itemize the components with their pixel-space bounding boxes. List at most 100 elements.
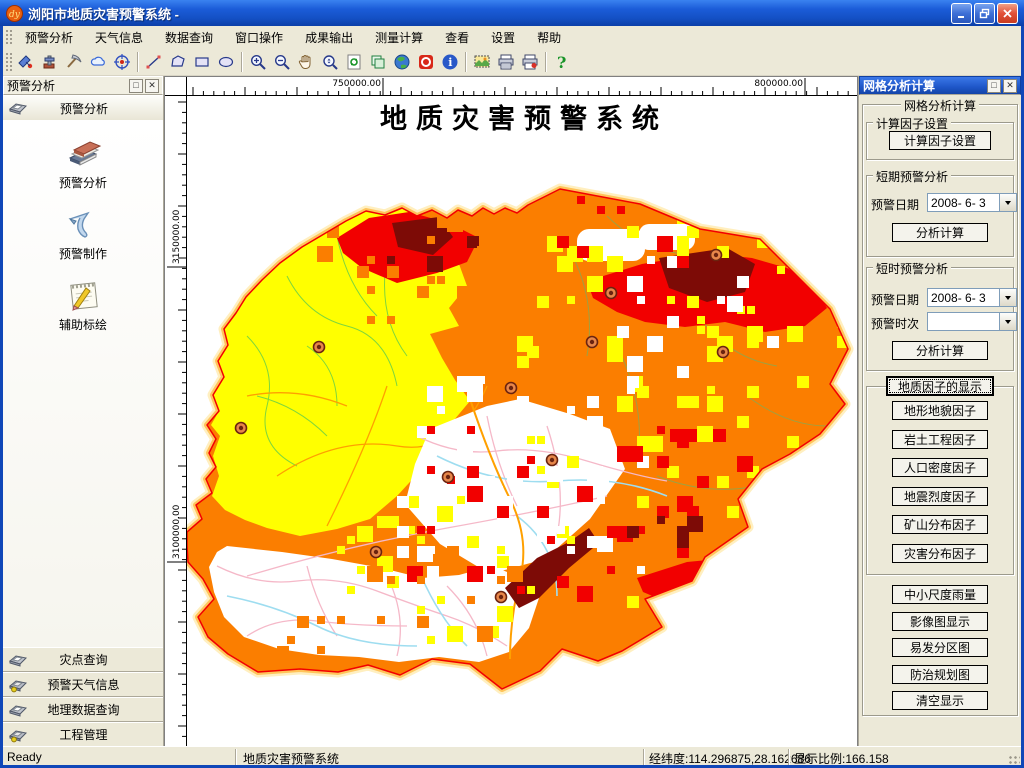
rectangle-tool-icon[interactable] — [190, 50, 214, 74]
disaster-point-marker[interactable] — [604, 286, 618, 300]
short-term-date-label: 预警日期 — [871, 198, 920, 212]
stop-icon[interactable] — [414, 50, 438, 74]
short-term-analyze-button[interactable]: 分析计算 — [892, 223, 988, 242]
right-panel-pin-button[interactable]: □ — [987, 78, 1001, 93]
toolbar-separator — [465, 51, 467, 72]
map-image-icon[interactable] — [470, 50, 494, 74]
plotter-icon — [8, 704, 28, 717]
disaster-point-marker[interactable] — [716, 345, 730, 359]
menu-item-2[interactable]: 天气信息 — [84, 29, 154, 47]
menu-item-4[interactable]: 窗口操作 — [224, 29, 294, 47]
group-bar-label: 灾点查询 — [59, 653, 108, 667]
chevron-down-icon[interactable] — [999, 313, 1016, 330]
extra-button-3[interactable]: 易发分区图 — [892, 638, 988, 657]
close-button[interactable] — [997, 2, 1018, 24]
chevron-down-icon[interactable] — [999, 194, 1016, 211]
restore-button[interactable] — [974, 2, 995, 24]
zoom-extent-icon[interactable] — [318, 50, 342, 74]
short-time-date-combo[interactable]: 2008- 6- 3 — [927, 288, 1017, 307]
zoom-out-icon[interactable] — [270, 50, 294, 74]
cloud-icon[interactable] — [86, 50, 110, 74]
hammer-icon[interactable] — [38, 50, 62, 74]
print-setup-icon[interactable] — [518, 50, 542, 74]
book-icon — [62, 134, 104, 172]
disaster-point-marker[interactable] — [234, 421, 248, 435]
pick-icon[interactable] — [62, 50, 86, 74]
toolbar-gripper[interactable] — [5, 52, 12, 71]
left-panel-group-2[interactable]: 预警天气信息 — [3, 672, 163, 697]
disaster-point-marker[interactable] — [369, 545, 383, 559]
polygon-tool-icon[interactable] — [166, 50, 190, 74]
disaster-point-marker[interactable] — [441, 470, 455, 484]
extra-button-5[interactable]: 清空显示 — [892, 691, 988, 710]
left-panel-group-1[interactable]: 灾点查询 — [3, 647, 163, 672]
menu-item-6[interactable]: 测量计算 — [364, 29, 434, 47]
svg-text:i: i — [448, 56, 452, 69]
refresh-icon[interactable] — [342, 50, 366, 74]
left-panel-item-label: 预警分析 — [58, 176, 107, 190]
extra-button-1[interactable]: 中小尺度雨量 — [892, 585, 988, 604]
factor-button-5[interactable]: 矿山分布因子 — [892, 515, 988, 534]
disaster-point-marker[interactable] — [494, 590, 508, 604]
print-icon[interactable] — [494, 50, 518, 74]
app-window: dy 浏阳市地质灾害预警系统 - 预警分析 天气信息 数据查询 窗口操作 成果输出 测量计… — [0, 0, 1024, 768]
right-panel-caption: 网格分析计算 □ ✕ — [859, 76, 1021, 95]
ellipse-tool-icon[interactable] — [214, 50, 238, 74]
factor-button-1[interactable]: 地形地貌因子 — [892, 401, 988, 420]
left-panel-group-3[interactable]: 地理数据查询 — [3, 697, 163, 722]
satellite-icon[interactable] — [14, 50, 38, 74]
disaster-point-marker[interactable] — [545, 453, 559, 467]
globe-icon[interactable] — [390, 50, 414, 74]
factor-button-4[interactable]: 地震烈度因子 — [892, 486, 988, 506]
help-icon[interactable]: ? — [550, 50, 574, 74]
menu-gripper[interactable] — [5, 29, 12, 45]
menu-item-9[interactable]: 帮助 — [526, 29, 572, 47]
grid-analysis-legend: 网格分析计算 — [900, 97, 980, 114]
info-icon[interactable]: i — [438, 50, 462, 74]
minimize-button[interactable] — [951, 2, 972, 24]
left-panel-group-4[interactable]: 工程管理 — [3, 722, 163, 747]
left-panel-group-header[interactable]: 预警分析 — [3, 95, 163, 121]
pen-icon — [62, 205, 104, 243]
geology-factor-display-button[interactable]: 地质因子的显示 — [886, 376, 994, 396]
short-time-date-value: 2008- 6- 3 — [931, 290, 986, 305]
disaster-point-marker[interactable] — [312, 340, 326, 354]
group-bar-label: 工程管理 — [59, 728, 108, 742]
disaster-point-marker[interactable] — [585, 335, 599, 349]
menu-item-8[interactable]: 设置 — [480, 29, 526, 47]
line-tool-icon[interactable] — [142, 50, 166, 74]
extra-button-4[interactable]: 防治规划图 — [892, 664, 988, 684]
left-panel-items: 预警分析预警制作辅助标绘 — [3, 120, 163, 647]
left-panel-item-1[interactable]: 预警分析 — [3, 134, 163, 191]
left-ruler: 3150000.00 3100000.00 — [165, 96, 187, 748]
app-icon: dy — [6, 4, 23, 22]
factor-button-6[interactable]: 灾害分布因子 — [892, 543, 988, 563]
calc-factor-settings-button[interactable]: 计算因子设置 — [889, 131, 991, 150]
extra-button-2[interactable]: 影像图显示 — [892, 611, 988, 631]
menu-item-1[interactable]: 预警分析 — [14, 29, 84, 47]
right-panel-close-button[interactable]: ✕ — [1003, 78, 1017, 93]
left-panel-item-3[interactable]: 辅助标绘 — [3, 276, 163, 333]
plotter-icon — [8, 654, 28, 667]
map-canvas[interactable]: 地质灾害预警系统 — [187, 96, 857, 746]
zoom-in-icon[interactable] — [246, 50, 270, 74]
left-panel-close-button[interactable]: ✕ — [145, 78, 159, 93]
left-panel-pin-button[interactable]: □ — [129, 78, 143, 93]
short-time-analyze-button[interactable]: 分析计算 — [892, 341, 988, 360]
chevron-down-icon[interactable] — [999, 289, 1016, 306]
disaster-point-marker[interactable] — [504, 381, 518, 395]
factor-button-2[interactable]: 岩土工程因子 — [892, 429, 988, 449]
printer2-icon — [8, 729, 28, 742]
menu-item-3[interactable]: 数据查询 — [154, 29, 224, 47]
short-term-date-combo[interactable]: 2008- 6- 3 — [927, 193, 1017, 212]
disaster-point-marker[interactable] — [709, 248, 723, 262]
menu-item-5[interactable]: 成果输出 — [294, 29, 364, 47]
left-panel-item-2[interactable]: 预警制作 — [3, 205, 163, 262]
svg-text:800000.00: 800000.00 — [754, 79, 803, 89]
layers-copy-icon[interactable] — [366, 50, 390, 74]
menu-item-7[interactable]: 查看 — [434, 29, 480, 47]
factor-button-3[interactable]: 人口密度因子 — [892, 458, 988, 477]
short-time-period-combo[interactable] — [927, 312, 1017, 331]
pan-hand-icon[interactable] — [294, 50, 318, 74]
target-icon[interactable] — [110, 50, 134, 74]
